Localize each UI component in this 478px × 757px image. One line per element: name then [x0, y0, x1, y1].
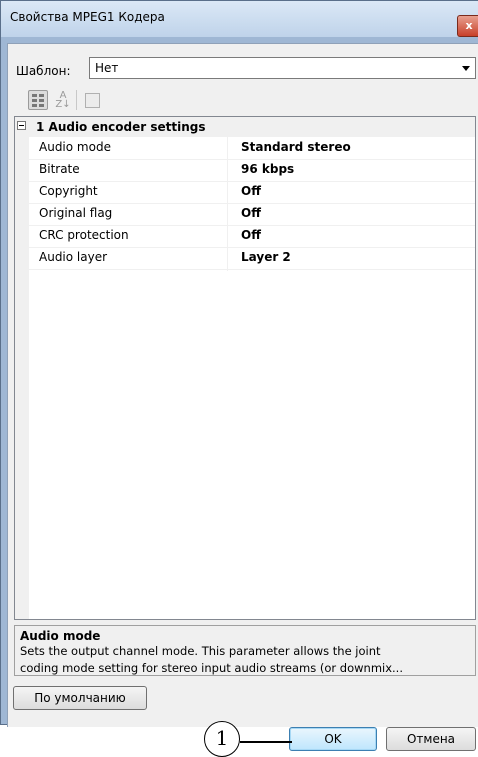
property-name: CRC protection	[39, 228, 129, 242]
close-button[interactable]: x	[457, 15, 478, 37]
sort-alphabetical-button[interactable]: A Z↓	[53, 90, 73, 110]
property-value[interactable]: Off	[241, 206, 261, 220]
sort-az-icon: A Z↓	[55, 90, 71, 110]
close-icon: x	[465, 19, 473, 32]
callout-marker: 1	[204, 721, 240, 757]
property-value[interactable]: Off	[241, 228, 261, 242]
property-value[interactable]: Layer 2	[241, 250, 291, 264]
chevron-down-icon	[462, 66, 470, 71]
property-value[interactable]: Off	[241, 184, 261, 198]
property-pages-icon	[85, 93, 100, 108]
property-name: Audio mode	[39, 140, 111, 154]
window-title: Свойства MPEG1 Кодера	[10, 10, 165, 24]
property-pages-button[interactable]	[82, 90, 102, 110]
property-name: Bitrate	[39, 162, 80, 176]
properties-dialog: Свойства MPEG1 Кодера x Шаблон: Нет A Z↓…	[0, 0, 478, 757]
property-row-copyright[interactable]: Copyright Off	[29, 181, 475, 204]
property-grid[interactable]: 1 Audio encoder settings Audio mode Stan…	[14, 116, 476, 620]
property-name: Audio layer	[39, 250, 108, 264]
property-row-original-flag[interactable]: Original flag Off	[29, 203, 475, 226]
property-row-crc-protection[interactable]: CRC protection Off	[29, 225, 475, 248]
ok-button[interactable]: OK	[289, 727, 377, 751]
property-name: Original flag	[39, 206, 113, 220]
dialog-client-area: Шаблон: Нет A Z↓ 1 Audio encoder setting…	[7, 43, 478, 757]
defaults-button[interactable]: По умолчанию	[13, 686, 147, 710]
grid-gutter	[15, 117, 29, 619]
property-value[interactable]: 96 kbps	[241, 162, 294, 176]
template-label: Шаблон:	[16, 64, 71, 78]
description-panel: Audio mode Sets the output channel mode.…	[14, 625, 476, 676]
collapse-icon[interactable]	[17, 121, 26, 130]
property-row-bitrate[interactable]: Bitrate 96 kbps	[29, 159, 475, 182]
description-title: Audio mode	[20, 629, 101, 643]
property-row-audio-layer[interactable]: Audio layer Layer 2	[29, 247, 475, 270]
template-dropdown[interactable]: Нет	[89, 57, 476, 79]
property-value[interactable]: Standard stereo	[241, 140, 351, 154]
title-bar[interactable]: Свойства MPEG1 Кодера x	[1, 1, 478, 37]
property-name: Copyright	[39, 184, 98, 198]
callout-leader-line	[240, 741, 292, 743]
categorized-view-button[interactable]	[28, 90, 48, 110]
template-value: Нет	[95, 61, 119, 75]
category-label: 1 Audio encoder settings	[36, 120, 206, 134]
description-line-1: Sets the output channel mode. This param…	[20, 644, 381, 658]
cancel-button[interactable]: Отмена	[386, 727, 476, 751]
category-row[interactable]: 1 Audio encoder settings	[15, 117, 475, 137]
description-line-2: coding mode setting for stereo input aud…	[20, 661, 403, 675]
property-row-audio-mode[interactable]: Audio mode Standard stereo	[29, 137, 475, 160]
toolbar-separator	[76, 90, 77, 110]
